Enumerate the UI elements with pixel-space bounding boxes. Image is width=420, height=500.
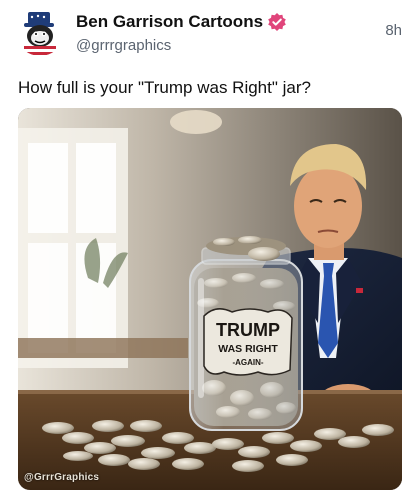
post-text: How full is your "Trump was Right" jar? (18, 78, 311, 97)
avatar[interactable] (16, 8, 64, 56)
post-header: Ben Garrison Cartoons @grrrgraphics 8h (0, 0, 420, 70)
author-handle[interactable]: @grrrgraphics (76, 37, 287, 54)
coin-jar: TRUMP WAS RIGHT -AGAIN- (189, 236, 303, 431)
author-name[interactable]: Ben Garrison Cartoons (76, 12, 263, 32)
verified-badge-icon (267, 12, 287, 32)
cartoon-illustration: TRUMP WAS RIGHT -AGAIN- (18, 108, 402, 490)
post-image[interactable]: TRUMP WAS RIGHT -AGAIN- @GrrrGraphics (18, 108, 402, 490)
author-block: Ben Garrison Cartoons @grrrgraphics (76, 12, 287, 54)
jar-label-line1: TRUMP (216, 320, 280, 340)
jar-label: TRUMP WAS RIGHT -AGAIN- (203, 308, 293, 376)
image-watermark: @GrrrGraphics (24, 472, 100, 483)
post-timestamp[interactable]: 8h (385, 22, 402, 39)
jar-label-line3: -AGAIN- (232, 358, 263, 367)
jar-label-line2: WAS RIGHT (218, 343, 278, 355)
avatar-illustration (16, 8, 64, 56)
